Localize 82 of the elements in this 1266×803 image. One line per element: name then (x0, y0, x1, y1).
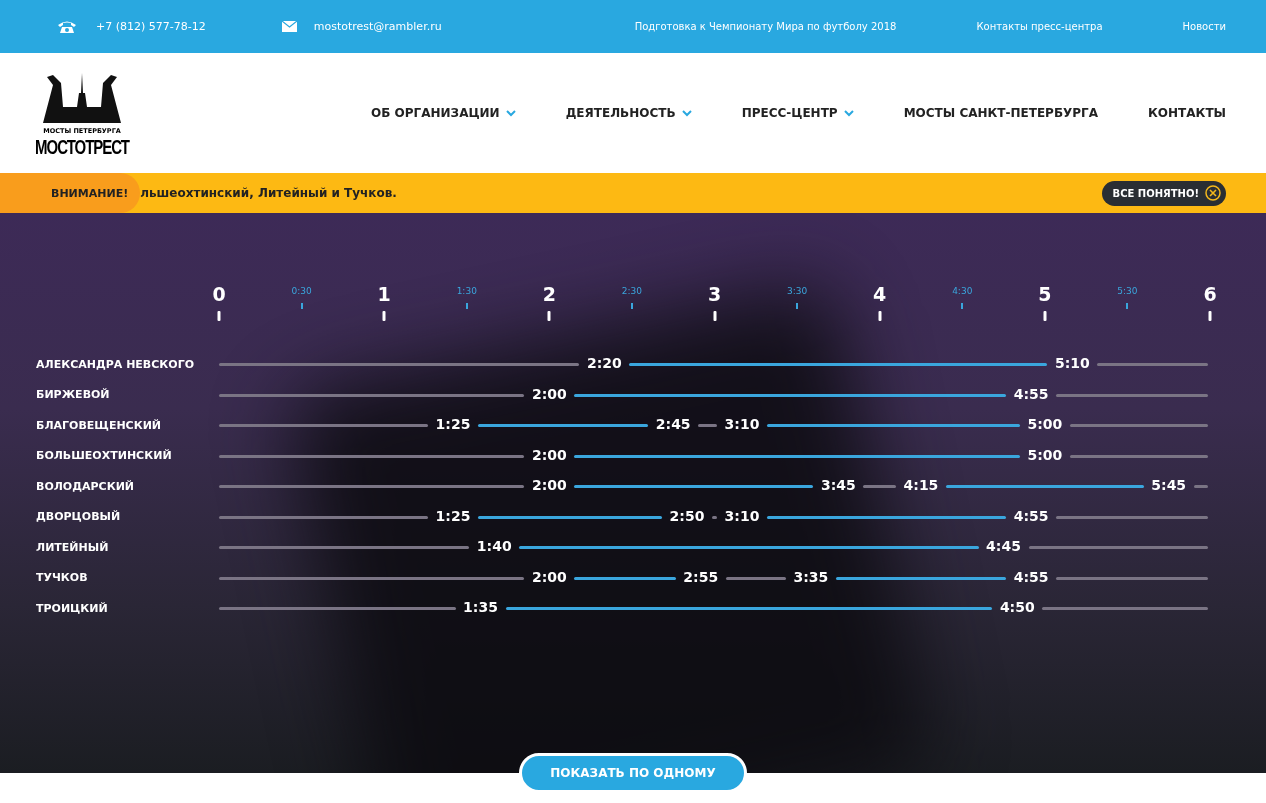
time-label: 5:10 (1054, 355, 1090, 372)
closed-interval-line (863, 485, 896, 489)
nav-menu-item[interactable]: МОСТЫ САНКТ-ПЕТЕРБУРГА (903, 106, 1099, 120)
time-label: 2:55 (683, 568, 719, 585)
time-label: 3:10 (724, 416, 760, 433)
bridge-name: ТУЧКОВ (36, 571, 89, 585)
bridge-name: ДВОРЦОВЫЙ (36, 510, 122, 524)
time-label: 1:40 (476, 538, 512, 555)
warning-badge: ВНИМАНИЕ! (0, 173, 141, 213)
chevron-down-icon (505, 109, 516, 117)
closed-interval-line (725, 576, 786, 580)
half-hour-tick (796, 303, 799, 309)
phone-number: +7 (812) 577-78-12 (96, 20, 206, 33)
time-label: 2:00 (531, 385, 567, 402)
nav-menu-item[interactable]: ПРЕСС-ЦЕНТР (741, 106, 854, 120)
hour-label: 2 (542, 283, 556, 305)
closed-interval-line (711, 515, 717, 519)
bridge-name: БЛАГОВЕЩЕНСКИЙ (36, 418, 163, 432)
hour-tick (1208, 311, 1212, 321)
bridge-name: ВОЛОДАРСКИЙ (36, 479, 136, 493)
time-label: 5:00 (1027, 416, 1063, 433)
hour-label: 6 (1203, 283, 1217, 305)
time-label: 2:00 (531, 446, 567, 463)
time-label: 3:10 (724, 507, 760, 524)
half-hour-label: 1:30 (456, 286, 477, 296)
half-hour-label: 0:30 (291, 286, 312, 296)
nav-menu-item[interactable]: ОБ ОРГАНИЗАЦИИ (371, 106, 516, 120)
phone-icon (57, 19, 77, 34)
chevron-down-icon (681, 109, 692, 117)
time-label: 4:15 (903, 477, 939, 494)
hour-tick (217, 311, 221, 321)
hour-label: 0 (212, 283, 226, 305)
half-hour-label: 2:30 (621, 286, 642, 296)
hour-label: 1 (377, 283, 391, 305)
time-label: 4:55 (1013, 385, 1049, 402)
hour-tick (713, 311, 716, 321)
time-label: 5:45 (1151, 477, 1187, 494)
logo-wordmark: МОСТОТРЕСТ (35, 134, 129, 159)
hour-tick (878, 311, 882, 321)
bridge-name: ТРОИЦКИЙ (36, 601, 109, 615)
close-icon (1205, 185, 1221, 201)
dismiss-button[interactable]: ВСЕ ПОНЯТНО! (1101, 180, 1226, 206)
time-label: 4:55 (1013, 568, 1049, 585)
hour-tick (547, 311, 551, 321)
hour-label: 3 (707, 283, 722, 305)
closed-interval-line (698, 424, 717, 428)
time-label: 4:45 (986, 538, 1021, 555)
time-label: 5:00 (1027, 446, 1063, 463)
time-label: 1:25 (435, 416, 471, 433)
nav-menu-item[interactable]: ДЕЯТЕЛЬНОСТЬ (565, 106, 692, 120)
time-label: 2:45 (655, 416, 691, 433)
time-label: 3:35 (793, 568, 829, 585)
time-label: 3:45 (820, 477, 856, 494)
half-hour-label: 4:30 (952, 286, 973, 296)
hour-tick (1043, 311, 1047, 321)
half-hour-tick (1126, 303, 1129, 309)
time-label: 2:50 (669, 507, 705, 524)
half-hour-tick (961, 303, 964, 309)
time-label: 2:00 (531, 477, 567, 494)
time-label: 1:35 (463, 599, 498, 616)
hour-label: 5 (1038, 283, 1052, 305)
bridge-name: ЛИТЕЙНЫЙ (36, 540, 110, 554)
bridge-name: АЛЕКСАНДРА НЕВСКОГО (36, 357, 196, 371)
half-hour-tick (300, 303, 303, 309)
hour-label: 4 (873, 283, 887, 305)
alert-message: льшеохтинский, Литейный и Тучков. (140, 186, 398, 200)
time-label: 4:55 (1013, 507, 1049, 524)
time-label: 2:00 (531, 568, 567, 585)
closed-interval-line (1193, 485, 1208, 489)
envelope-icon (281, 21, 297, 32)
hour-tick (382, 311, 386, 321)
bridge-name: БИРЖЕВОЙ (36, 388, 111, 402)
half-hour-tick (630, 303, 633, 309)
time-label: 1:25 (435, 507, 471, 524)
bridge-name: БОЛЬШЕОХТИНСКИЙ (36, 449, 173, 463)
chevron-down-icon (843, 109, 854, 117)
time-label: 2:20 (586, 355, 622, 372)
nav-menu-item[interactable]: КОНТАКТЫ (1148, 106, 1226, 120)
half-hour-label: 5:30 (1117, 286, 1138, 296)
half-hour-label: 3:30 (786, 286, 808, 296)
half-hour-tick (465, 303, 468, 309)
time-label: 4:50 (999, 599, 1035, 616)
